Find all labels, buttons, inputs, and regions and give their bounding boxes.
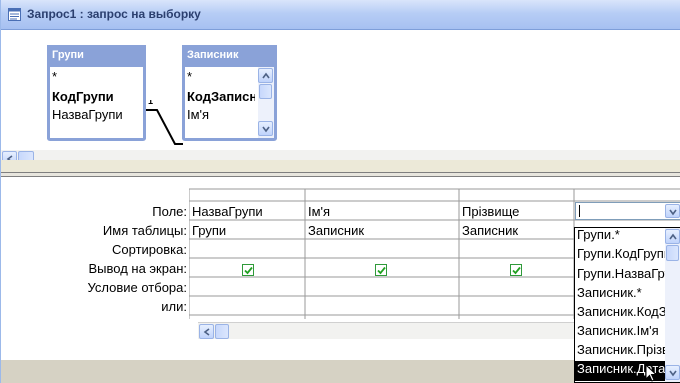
arrow-down-icon bbox=[669, 370, 677, 377]
dropdown-button[interactable] bbox=[665, 204, 680, 218]
grid-horizontal-scrollbar[interactable] bbox=[198, 322, 574, 339]
field-list-title: Групи bbox=[52, 49, 84, 61]
scroll-up-button[interactable] bbox=[258, 68, 273, 83]
row-label-or: или: bbox=[161, 299, 187, 314]
window-title: Запрос1 : запрос на выборку bbox=[27, 7, 201, 21]
checkmark-icon bbox=[244, 266, 253, 275]
title-bar[interactable]: Запрос1 : запрос на выборку bbox=[1, 0, 680, 30]
field-item-key[interactable]: КодГрупи bbox=[52, 89, 114, 104]
field-list-scrollbar[interactable] bbox=[258, 67, 274, 138]
checkmark-icon bbox=[377, 266, 386, 275]
relationship-one-label: 1 bbox=[148, 100, 153, 106]
dropdown-scrollbar[interactable] bbox=[665, 228, 680, 382]
dropdown-item[interactable]: Групи.* bbox=[577, 227, 665, 242]
row-label-show: Вывод на экран: bbox=[88, 261, 187, 276]
row-label-criteria: Условие отбора: bbox=[87, 280, 187, 295]
dropdown-item[interactable]: Записник.Ім'я bbox=[577, 323, 665, 338]
dropdown-item[interactable]: Записник.Прізвище bbox=[577, 342, 665, 357]
field-combo-box[interactable] bbox=[575, 202, 680, 220]
diagram-horizontal-scrollbar[interactable] bbox=[1, 150, 680, 160]
scroll-up-button[interactable] bbox=[665, 229, 680, 244]
arrow-left-icon bbox=[6, 155, 13, 160]
scroll-thumb[interactable] bbox=[18, 151, 34, 160]
show-checkbox[interactable] bbox=[375, 264, 387, 276]
scroll-down-button[interactable] bbox=[665, 365, 680, 380]
field-list-items: * КодГрупи НазваГрупи bbox=[50, 67, 143, 138]
arrow-left-icon bbox=[203, 328, 210, 336]
grid-cell-table[interactable]: Групи bbox=[190, 223, 304, 238]
scroll-left-button[interactable] bbox=[199, 324, 214, 339]
query-designer-window: Запрос1 : запрос на выборку Групи * КодГ… bbox=[0, 0, 680, 383]
field-list-grupy[interactable]: Групи * КодГрупи НазваГрупи bbox=[47, 45, 146, 141]
scroll-left-button[interactable] bbox=[2, 151, 17, 160]
mouse-pointer-icon bbox=[645, 364, 657, 382]
field-dropdown-list[interactable]: Групи.* Групи.КодГрупи Групи.НазваГрупи … bbox=[574, 227, 680, 383]
dropdown-item[interactable]: Групи.КодГрупи bbox=[577, 246, 665, 261]
scroll-thumb[interactable] bbox=[215, 324, 229, 339]
status-area bbox=[1, 360, 574, 383]
dropdown-item[interactable]: Групи.НазваГрупи bbox=[577, 266, 665, 281]
field-list-title: Записник bbox=[187, 49, 239, 61]
arrow-down-icon bbox=[262, 126, 270, 133]
arrow-up-icon bbox=[669, 233, 677, 240]
scroll-thumb[interactable] bbox=[666, 245, 679, 261]
field-list-header[interactable]: Групи bbox=[47, 45, 146, 67]
arrow-up-icon bbox=[262, 72, 270, 79]
row-label-table: Имя таблицы: bbox=[102, 223, 187, 238]
text-caret bbox=[579, 205, 580, 217]
show-checkbox[interactable] bbox=[510, 264, 522, 276]
field-item[interactable]: НазваГрупи bbox=[52, 107, 142, 122]
grid-cell-table[interactable]: Записник bbox=[306, 223, 456, 238]
grid-cell-field[interactable]: Прізвище bbox=[460, 204, 572, 219]
chevron-down-icon bbox=[669, 209, 677, 216]
dropdown-item[interactable]: Записник.КодЗаписника bbox=[577, 304, 665, 319]
grid-cell-field[interactable]: Ім'я bbox=[306, 204, 456, 219]
query-window-icon bbox=[8, 8, 21, 21]
dropdown-item[interactable]: Записник.* bbox=[577, 285, 665, 300]
field-item[interactable]: * bbox=[187, 69, 192, 84]
grid-cell-field[interactable]: НазваГрупи bbox=[190, 204, 304, 219]
row-label-sort: Сортировка: bbox=[112, 242, 187, 257]
row-label-field: Поле: bbox=[152, 204, 187, 219]
table-diagram-pane[interactable]: Групи * КодГрупи НазваГрупи Записник * К… bbox=[1, 30, 680, 160]
field-list-header[interactable]: Записник bbox=[182, 45, 277, 67]
show-checkbox[interactable] bbox=[242, 264, 254, 276]
scroll-down-button[interactable] bbox=[258, 121, 273, 136]
checkmark-icon bbox=[512, 266, 521, 275]
grid-cell-table[interactable]: Записник bbox=[460, 223, 572, 238]
field-item[interactable]: * bbox=[52, 69, 57, 84]
scroll-thumb[interactable] bbox=[259, 84, 272, 99]
